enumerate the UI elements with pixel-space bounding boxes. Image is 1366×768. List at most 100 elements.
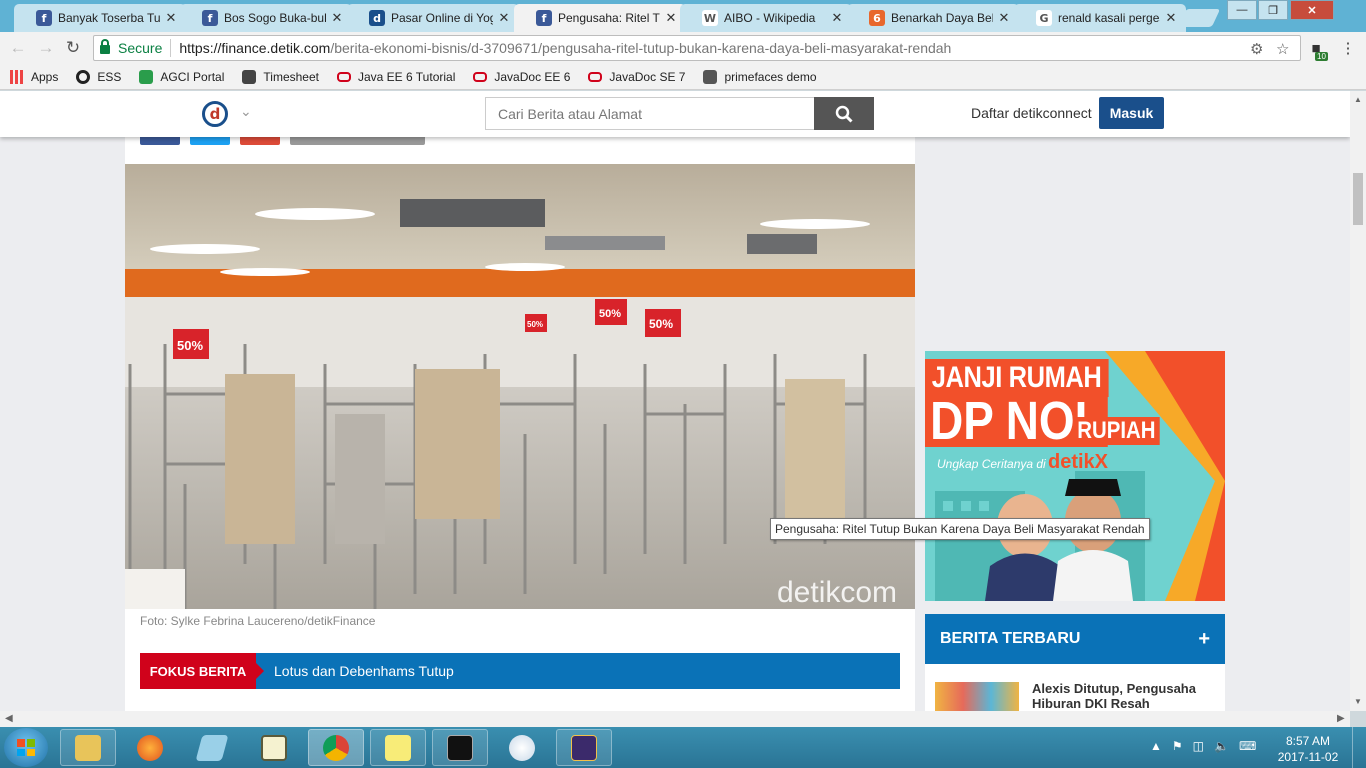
- login-button[interactable]: Masuk: [1099, 97, 1164, 129]
- facebook-icon: f: [536, 10, 552, 26]
- advertisement-banner[interactable]: JANJI RUMAH DP NOL RUPIAH Ungkap Ceritan…: [925, 351, 1225, 601]
- register-link[interactable]: Daftar detikconnect: [971, 105, 1092, 121]
- close-tab-icon[interactable]: ✕: [164, 10, 178, 26]
- taskbar-chrome[interactable]: [308, 729, 364, 766]
- browser-tab[interactable]: 6 Benarkah Daya Beli ✕: [847, 4, 1019, 32]
- minimize-button[interactable]: —: [1227, 0, 1257, 20]
- scrollbar-thumb[interactable]: [1353, 173, 1363, 225]
- vertical-scrollbar[interactable]: ▲ ▼: [1350, 91, 1366, 711]
- search-button[interactable]: [814, 97, 874, 130]
- bookmark-item[interactable]: Apps: [10, 69, 59, 84]
- browser-tab[interactable]: f Banyak Toserba Tutup ✕: [14, 4, 186, 32]
- start-button[interactable]: [4, 728, 48, 767]
- scroll-down-icon[interactable]: ▼: [1354, 697, 1362, 706]
- network-icon[interactable]: ◫: [1193, 739, 1204, 753]
- page-viewport: 50% 50% 50% 50% detikcom Foto: Sylke Feb…: [0, 91, 1350, 711]
- volume-icon[interactable]: 🔈: [1214, 739, 1229, 753]
- expand-plus-icon[interactable]: +: [1198, 628, 1210, 651]
- close-tab-icon[interactable]: ✕: [497, 10, 511, 26]
- browser-tab[interactable]: f Pengusaha: Ritel Tutup ✕: [514, 4, 686, 32]
- menu-icon[interactable]: ⋮: [1338, 38, 1358, 58]
- bookmark-item[interactable]: Timesheet: [242, 69, 319, 84]
- tab-title: Bos Sogo Buka-bukaan: [224, 11, 326, 25]
- windows-taskbar: ▲ ⚑ ◫ 🔈 ⌨ 8:57 AM 2017-11-02: [0, 727, 1366, 768]
- article-photo: 50% 50% 50% 50% detikcom: [125, 164, 915, 609]
- browser-tab[interactable]: W AIBO - Wikipedia ✕: [680, 4, 852, 32]
- extension-badge: 10: [1315, 52, 1328, 61]
- address-bar[interactable]: Secure https://finance.detik.com/berita-…: [93, 35, 1301, 61]
- taskbar-cmd[interactable]: [432, 729, 488, 766]
- apps-grid-icon: [10, 69, 24, 84]
- bookmark-label: Apps: [31, 69, 59, 84]
- photo-caption: Foto: Sylke Febrina Laucereno/detikFinan…: [140, 614, 376, 628]
- bookmarks-bar: Apps ESS AGCI Portal Timesheet Java EE 6 Tut…: [0, 64, 1366, 90]
- tray-expand-icon[interactable]: ▲: [1150, 739, 1162, 753]
- close-tab-icon[interactable]: ✕: [830, 10, 844, 26]
- berita-terbaru-header[interactable]: BERITA TERBARU +: [925, 614, 1225, 664]
- back-arrow-icon[interactable]: ←: [8, 38, 28, 58]
- search-input[interactable]: Cari Berita atau Alamat: [485, 97, 815, 130]
- berita-terbaru-title: BERITA TERBARU: [940, 630, 1081, 647]
- restore-button[interactable]: ❐: [1258, 0, 1288, 20]
- bookmark-star-icon[interactable]: ☆: [1276, 40, 1289, 58]
- fokus-berita-label: FOKUS BERITA: [140, 653, 264, 689]
- detik-logo[interactable]: d: [202, 101, 228, 127]
- chrome-icon: [323, 734, 349, 761]
- close-tab-icon[interactable]: ✕: [664, 10, 678, 26]
- java-ee-ide-icon: [571, 734, 597, 761]
- browser-tab[interactable]: Grenald kasali pergeseran ✕: [1014, 4, 1186, 32]
- taskbar-app-3[interactable]: [184, 729, 240, 766]
- bookmark-item[interactable]: ESS: [76, 69, 121, 84]
- store-interior-image: 50% 50% 50% 50% detikcom: [125, 164, 915, 609]
- horizontal-scrollbar[interactable]: ◀ ▶: [0, 711, 1350, 727]
- taskbar-paint[interactable]: [494, 729, 550, 766]
- close-tab-icon[interactable]: ✕: [1164, 10, 1178, 26]
- taskbar-app-4[interactable]: [246, 729, 302, 766]
- close-tab-icon[interactable]: ✕: [997, 10, 1011, 26]
- link-tooltip: Pengusaha: Ritel Tutup Bukan Karena Daya…: [770, 518, 1150, 540]
- browser-tab[interactable]: f Bos Sogo Buka-bukaan ✕: [180, 4, 352, 32]
- photo-watermark: detikcom: [777, 576, 897, 609]
- taskbar-explorer[interactable]: [60, 729, 116, 766]
- language-icon[interactable]: ⌨: [1239, 739, 1256, 753]
- bookmark-item[interactable]: JavaDoc SE 7: [588, 70, 685, 84]
- system-clock[interactable]: 8:57 AM 2017-11-02: [1276, 733, 1340, 765]
- reload-icon[interactable]: ↻: [63, 38, 83, 58]
- site-header: d ⌄ Cari Berita atau Alamat Daftar detik…: [0, 91, 1350, 137]
- terminal-icon: [447, 734, 473, 761]
- scroll-right-icon[interactable]: ▶: [1337, 713, 1345, 724]
- lock-icon: [100, 39, 110, 54]
- bookmark-item[interactable]: JavaDoc EE 6: [473, 70, 570, 84]
- oracle-icon: [336, 71, 351, 82]
- taskbar-eclipse[interactable]: [556, 729, 612, 766]
- fokus-berita-link[interactable]: Lotus dan Debenhams Tutup: [256, 653, 900, 689]
- firefox-icon: [137, 734, 163, 761]
- scroll-up-icon[interactable]: ▲: [1354, 95, 1362, 104]
- new-tab-button[interactable]: [1177, 9, 1221, 27]
- tab-title: Pengusaha: Ritel Tutup: [558, 11, 660, 25]
- bookmark-item[interactable]: primefaces demo: [703, 69, 817, 84]
- close-tab-icon[interactable]: ✕: [330, 10, 344, 26]
- windows-logo-icon: [17, 739, 35, 756]
- oracle-icon: [588, 71, 603, 82]
- news-title[interactable]: Alexis Ditutup, Pengusaha Hiburan DKI Re…: [1032, 681, 1212, 711]
- forward-arrow-icon[interactable]: →: [36, 38, 56, 58]
- show-desktop-button[interactable]: [1352, 727, 1366, 768]
- taskbar-sticky-notes[interactable]: [370, 729, 426, 766]
- taskbar-firefox[interactable]: [122, 729, 178, 766]
- news-thumbnail[interactable]: [935, 682, 1019, 711]
- close-window-button[interactable]: ✕: [1290, 0, 1334, 20]
- browser-tab[interactable]: d Pasar Online di Yogya ✕: [347, 4, 519, 32]
- bookmark-item[interactable]: Java EE 6 Tutorial: [336, 70, 455, 84]
- flag-icon[interactable]: ⚑: [1172, 739, 1183, 753]
- translate-icon[interactable]: ⚙: [1250, 40, 1263, 58]
- fokus-berita-bar[interactable]: FOKUS BERITA Lotus dan Debenhams Tutup: [140, 653, 900, 689]
- bookmark-item[interactable]: AGCI Portal: [139, 69, 224, 84]
- url-path: /berita-ekonomi-bisnis/d-3709671/pengusa…: [330, 40, 952, 56]
- chevron-down-icon[interactable]: ⌄: [240, 103, 252, 120]
- news-item[interactable]: Alexis Ditutup, Pengusaha Hiburan DKI Re…: [925, 664, 1225, 711]
- facebook-icon: f: [202, 10, 218, 26]
- scroll-left-icon[interactable]: ◀: [5, 713, 13, 724]
- primefaces-icon: [703, 69, 718, 84]
- chart-app-icon: [261, 734, 287, 761]
